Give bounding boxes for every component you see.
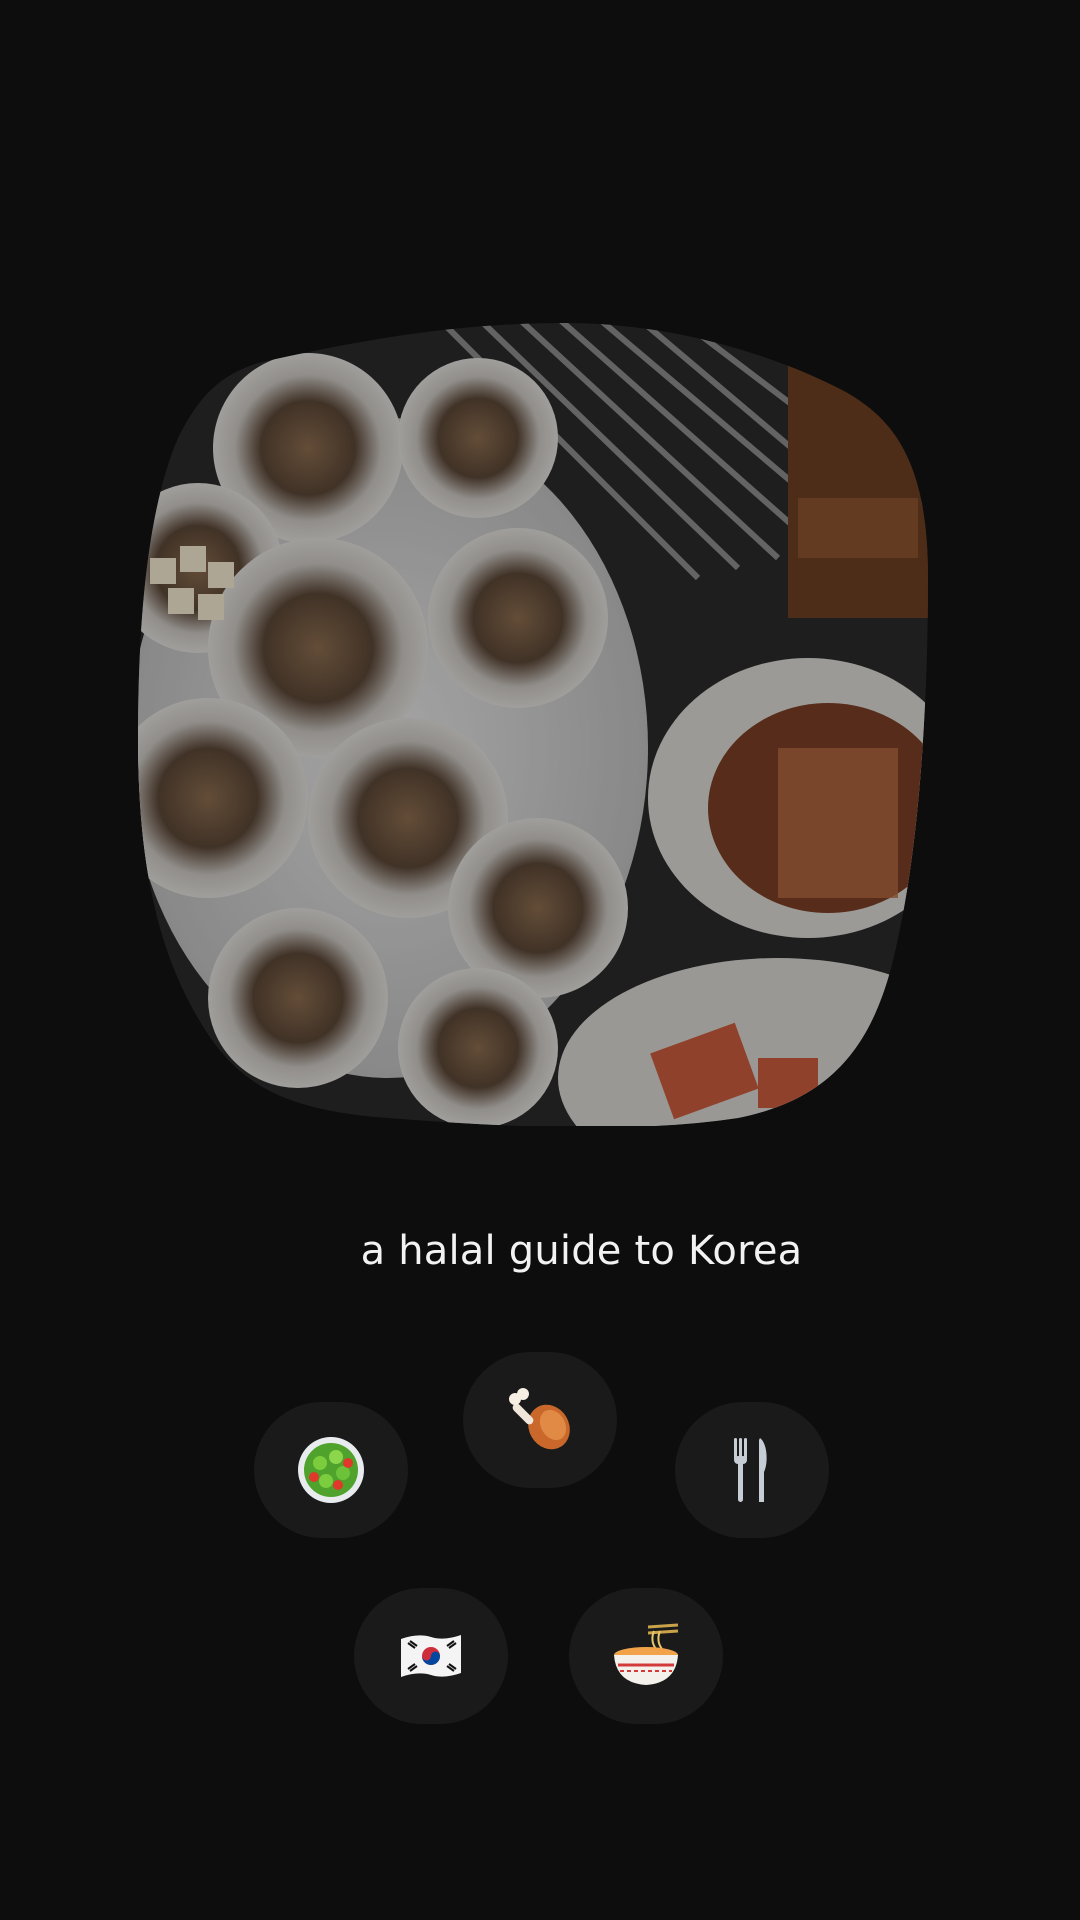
- screen: a halal guide to Korea: [0, 0, 1080, 1920]
- page-title: a halal guide to Korea: [360, 1228, 803, 1274]
- chicken-leg-icon: [509, 1388, 570, 1450]
- salad-bowl-icon: [298, 1437, 364, 1503]
- category-salad-button[interactable]: [254, 1402, 408, 1538]
- category-chicken-button[interactable]: [463, 1352, 617, 1488]
- category-cutlery-button[interactable]: [675, 1402, 829, 1538]
- hero-food-image: [138, 318, 928, 1126]
- noodle-bowl-icon: [614, 1623, 679, 1685]
- category-noodles-button[interactable]: [569, 1588, 723, 1724]
- korea-flag-icon: [401, 1635, 461, 1677]
- category-korea-button[interactable]: [354, 1588, 508, 1724]
- fork-knife-icon: [734, 1438, 767, 1502]
